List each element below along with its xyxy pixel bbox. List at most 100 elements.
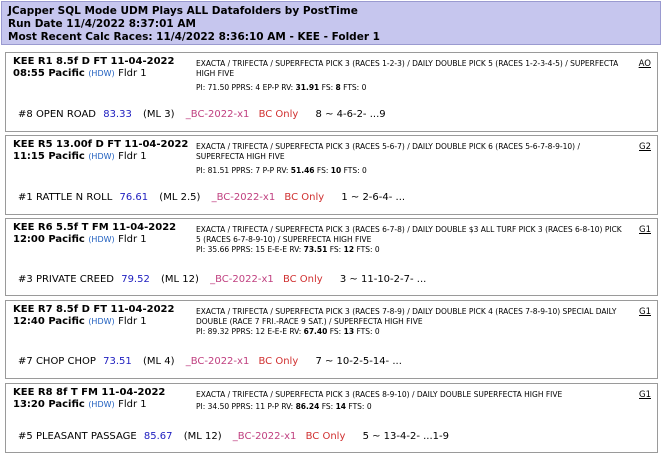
fs-label: FS: xyxy=(321,402,334,411)
morning-line: (ML 4) xyxy=(142,356,175,367)
fs-label: FS: xyxy=(329,327,342,336)
rv-value: 86.24 xyxy=(295,402,320,411)
horse-name: CHOP CHOP xyxy=(35,356,96,367)
pick-number: #8 xyxy=(18,109,33,120)
race-title: KEE R8 8f T FM 11-04-2022 xyxy=(13,387,166,398)
wager-types: EXACTA / TRIFECTA / SUPERFECTA PICK 3 (R… xyxy=(196,307,617,326)
horse-name: RATTLE N ROLL xyxy=(35,192,113,203)
race-title: KEE R1 8.5f D FT 11-04-2022 xyxy=(13,56,175,67)
hdw-link[interactable]: (HDW) xyxy=(88,235,114,244)
race-class-link[interactable]: G1 xyxy=(639,307,651,317)
race-stats: PI: 81.51 PPRS: 7 P-P RV: 51.46 FS: 10 F… xyxy=(196,166,367,175)
wager-types: EXACTA / TRIFECTA / SUPERFECTA PICK 3 (R… xyxy=(196,59,619,78)
post-time: 11:15 Pacific xyxy=(13,151,85,162)
hdw-link[interactable]: (HDW) xyxy=(88,152,114,161)
fs-value: 13 xyxy=(343,327,355,336)
race-title-block: KEE R5 13.00f D FT 11-04-2022 11:15 Paci… xyxy=(13,139,193,163)
pick-score: 83.33 xyxy=(103,109,132,120)
top-pick-row: #8 OPEN ROAD 83.33 (ML 3) _BC-2022-x1 BC… xyxy=(18,109,386,120)
race-class-link[interactable]: G1 xyxy=(639,225,651,235)
race-class-link[interactable]: AO xyxy=(639,59,651,69)
fts-value: FTS: 0 xyxy=(343,83,367,92)
morning-line: (ML 3) xyxy=(143,109,175,120)
race-title-block: KEE R8 8f T FM 11-04-2022 13:20 Pacific … xyxy=(13,387,193,411)
race-card: KEE R1 8.5f D FT 11-04-2022 08:55 Pacifi… xyxy=(5,52,658,132)
fs-value: 8 xyxy=(335,83,341,92)
report-title: JCapper SQL Mode UDM Plays ALL Datafolde… xyxy=(8,5,358,17)
race-stats: PI: 35.66 PPRS: 15 E-E-E RV: 73.51 FS: 1… xyxy=(196,245,380,254)
udm-name: _BC-2022-x1 xyxy=(185,356,250,367)
order-sequence: 7 ~ 10-2-5-14- ... xyxy=(315,356,402,367)
morning-line: (ML 12) xyxy=(161,274,199,285)
race-title: KEE R7 8.5f D FT 11-04-2022 xyxy=(13,304,175,315)
pick-number: #5 xyxy=(18,431,33,442)
fts-value: FTS: 0 xyxy=(348,402,372,411)
rv-value: 67.40 xyxy=(303,327,328,336)
hdw-link[interactable]: (HDW) xyxy=(88,69,114,78)
race-stats: PI: 34.50 PPRS: 11 P-P RV: 86.24 FS: 14 … xyxy=(196,402,372,411)
post-time: 12:40 Pacific xyxy=(13,316,85,327)
folder-label: Fldr 1 xyxy=(118,316,147,327)
udm-name: _BC-2022-x1 xyxy=(185,109,250,120)
pick-number: #7 xyxy=(18,356,33,367)
order-sequence: 8 ~ 4-6-2- ...9 xyxy=(315,109,386,120)
order-sequence: 5 ~ 13-4-2- ...1-9 xyxy=(362,431,449,442)
udm-name: _BC-2022-x1 xyxy=(211,192,276,203)
post-time: 08:55 Pacific xyxy=(13,68,85,79)
race-title-block: KEE R6 5.5f T FM 11-04-2022 12:00 Pacifi… xyxy=(13,222,193,246)
race-card: KEE R5 13.00f D FT 11-04-2022 11:15 Paci… xyxy=(5,135,658,215)
post-time: 12:00 Pacific xyxy=(13,234,85,245)
pick-score: 76.61 xyxy=(119,192,149,203)
stats-prefix: PI: 71.50 PPRS: 4 EP-P RV: xyxy=(196,83,294,92)
udm-name: _BC-2022-x1 xyxy=(210,274,274,285)
rv-value: 31.91 xyxy=(295,83,320,92)
top-pick-row: #5 PLEASANT PASSAGE 85.67 (ML 12) _BC-20… xyxy=(18,431,449,442)
race-card: KEE R6 5.5f T FM 11-04-2022 12:00 Pacifi… xyxy=(5,218,658,296)
fs-label: FS: xyxy=(321,83,334,92)
pick-score: 79.52 xyxy=(121,274,150,285)
fts-value: FTS: 0 xyxy=(343,166,367,175)
race-class-link[interactable]: G1 xyxy=(639,390,651,400)
hdw-link[interactable]: (HDW) xyxy=(88,317,114,326)
wager-types: EXACTA / TRIFECTA / SUPERFECTA PICK 3 (R… xyxy=(196,225,622,244)
pick-score: 73.51 xyxy=(103,356,132,367)
fs-value: 14 xyxy=(335,402,347,411)
rv-value: 73.51 xyxy=(303,245,328,254)
fts-value: FTS: 0 xyxy=(356,327,380,336)
bc-only-label: BC Only xyxy=(282,274,323,285)
run-date: Run Date 11/4/2022 8:37:01 AM xyxy=(8,18,196,30)
hdw-link[interactable]: (HDW) xyxy=(88,400,114,409)
race-title: KEE R5 13.00f D FT 11-04-2022 xyxy=(13,139,189,150)
pick-score: 85.67 xyxy=(143,431,173,442)
bc-only-label: BC Only xyxy=(284,192,325,203)
race-title: KEE R6 5.5f T FM 11-04-2022 xyxy=(13,222,177,233)
bc-only-label: BC Only xyxy=(258,356,299,367)
stats-prefix: PI: 35.66 PPRS: 15 E-E-E RV: xyxy=(196,245,302,254)
folder-label: Fldr 1 xyxy=(118,151,147,162)
race-stats: PI: 89.32 PPRS: 12 E-E-E RV: 67.40 FS: 1… xyxy=(196,327,380,336)
fs-label: FS: xyxy=(316,166,329,175)
order-sequence: 1 ~ 2-6-4- ... xyxy=(341,192,406,203)
morning-line: (ML 2.5) xyxy=(159,192,201,203)
race-class-link[interactable]: G2 xyxy=(639,142,651,152)
race-card: KEE R8 8f T FM 11-04-2022 13:20 Pacific … xyxy=(5,383,658,453)
pick-number: #3 xyxy=(18,274,33,285)
race-stats: PI: 71.50 PPRS: 4 EP-P RV: 31.91 FS: 8 F… xyxy=(196,83,366,92)
bc-only-label: BC Only xyxy=(305,431,346,442)
folder-label: Fldr 1 xyxy=(118,399,147,410)
fs-label: FS: xyxy=(329,245,342,254)
report-header: JCapper SQL Mode UDM Plays ALL Datafolde… xyxy=(1,1,661,45)
race-title-block: KEE R1 8.5f D FT 11-04-2022 08:55 Pacifi… xyxy=(13,56,193,80)
folder-label: Fldr 1 xyxy=(118,234,147,245)
stats-prefix: PI: 34.50 PPRS: 11 P-P RV: xyxy=(196,402,294,411)
horse-name: PRIVATE CREED xyxy=(35,274,115,285)
morning-line: (ML 12) xyxy=(183,431,222,442)
recent-calc-races: Most Recent Calc Races: 11/4/2022 8:36:1… xyxy=(8,31,380,43)
horse-name: OPEN ROAD xyxy=(35,109,97,120)
horse-name: PLEASANT PASSAGE xyxy=(35,431,137,442)
top-pick-row: #1 RATTLE N ROLL 76.61 (ML 2.5) _BC-2022… xyxy=(18,192,405,203)
udm-name: _BC-2022-x1 xyxy=(232,431,297,442)
fs-value: 10 xyxy=(330,166,342,175)
fts-value: FTS: 0 xyxy=(356,245,380,254)
folder-label: Fldr 1 xyxy=(118,68,147,79)
